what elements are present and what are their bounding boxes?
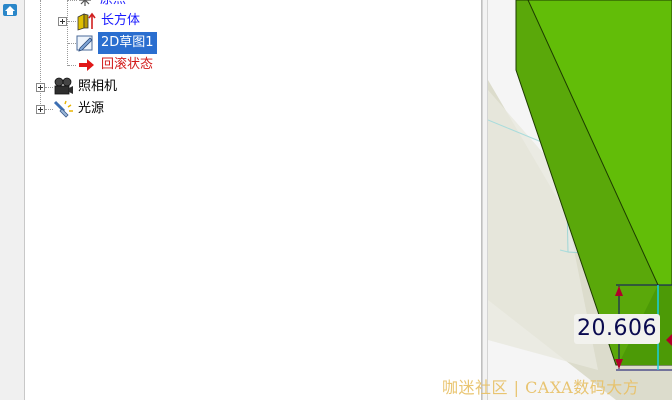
origin-icon — [79, 0, 91, 6]
tree-item-label: 长方体 — [101, 13, 141, 28]
rollback-arrow-icon — [79, 59, 94, 71]
tree-item-label: 2D草图1 — [98, 32, 157, 54]
tree-item-label: 光源 — [78, 101, 105, 116]
tree-item-label: 回滚状态 — [101, 57, 154, 72]
design-tree-panel: 原点 长方体 2D草图1 — [25, 0, 482, 400]
tree-item-label: 照相机 — [78, 79, 118, 94]
dimension-value-label[interactable]: 20.606 — [574, 314, 660, 344]
sketch-pencil-icon — [76, 35, 93, 52]
watermark-text: 咖迷社区 | CAXA数码大方 — [442, 378, 640, 397]
tree-item-rollback[interactable]: 回滚状态 — [25, 54, 481, 76]
home-icon[interactable] — [2, 3, 18, 17]
camera-icon — [54, 77, 73, 95]
tree-item-camera[interactable]: 照相机 — [25, 76, 481, 98]
light-source-icon — [53, 100, 73, 118]
tree-item-sketch[interactable]: 2D草图1 — [25, 32, 481, 54]
expand-toggle[interactable] — [58, 17, 67, 26]
expand-toggle[interactable] — [36, 83, 45, 92]
tree-item-box[interactable]: 长方体 — [25, 10, 481, 32]
box-solid-icon — [77, 12, 96, 31]
app-window: 原点 长方体 2D草图1 — [0, 0, 672, 400]
left-toolbar-strip — [0, 0, 25, 400]
expand-toggle[interactable] — [36, 105, 45, 114]
tree-item-light[interactable]: 光源 — [25, 98, 481, 120]
